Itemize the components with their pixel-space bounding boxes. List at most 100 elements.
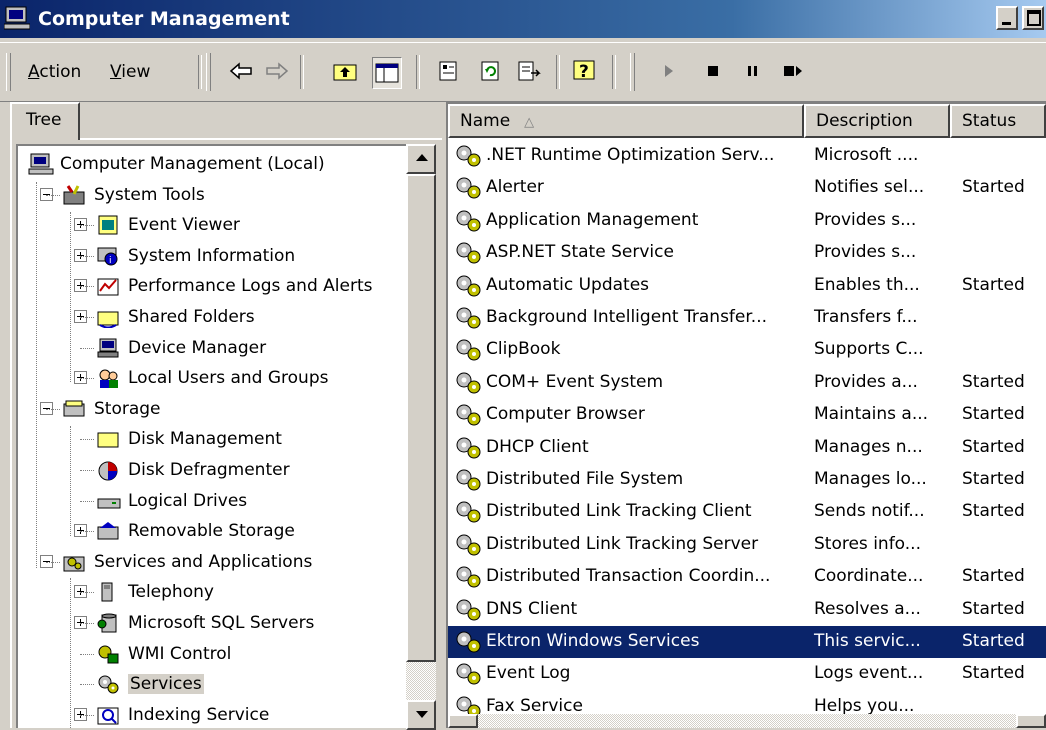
service-gear-icon — [456, 663, 481, 685]
scroll-right-button[interactable] — [1016, 714, 1046, 728]
start-service-icon[interactable] — [654, 55, 684, 87]
tree-item-performance-logs-and-alerts[interactable]: Performance Logs and Alerts — [96, 272, 372, 300]
tree-item-device-manager[interactable]: Device Manager — [96, 334, 266, 362]
storage-icon — [63, 400, 85, 417]
tree-item-shared-folders[interactable]: Shared Folders — [96, 303, 255, 331]
minimize-button[interactable] — [996, 6, 1018, 30]
tree-item-event-viewer[interactable]: Event Viewer — [96, 211, 240, 239]
telephony-icon — [101, 582, 113, 602]
service-status: Started — [962, 566, 1025, 587]
scroll-up-button[interactable] — [406, 144, 436, 174]
service-row[interactable]: ASP.NET State Service Provides s... — [448, 237, 1046, 269]
service-gear-icon — [456, 145, 481, 167]
tree-item-disk-management[interactable]: Disk Management — [96, 425, 282, 453]
service-gear-icon — [456, 307, 481, 329]
tree-item-telephony[interactable]: Telephony — [96, 578, 214, 606]
service-row[interactable]: Application Management Provides s... — [448, 205, 1046, 237]
column-header-description[interactable]: Description — [804, 104, 950, 138]
service-row[interactable]: DHCP Client Manages n... Started — [448, 432, 1046, 464]
tree-item-storage[interactable]: Storage — [62, 395, 161, 423]
service-row[interactable]: Distributed Link Tracking Server Stores i… — [448, 529, 1046, 561]
service-row[interactable]: Distributed Link Tracking Client Sends no… — [448, 496, 1046, 528]
service-description: Enables th... — [814, 274, 920, 295]
list-horizontal-scrollbar[interactable] — [448, 714, 1046, 728]
service-status: Started — [962, 404, 1025, 425]
menu-view[interactable]: View — [110, 62, 150, 82]
service-row[interactable]: Ektron Windows Services This servic... Sta… — [448, 626, 1046, 658]
scroll-thumb[interactable] — [406, 174, 436, 662]
forward-arrow-icon[interactable] — [262, 55, 292, 87]
service-row[interactable]: Background Intelligent Transfer... Transf… — [448, 302, 1046, 334]
service-gear-icon — [456, 501, 481, 523]
service-name: DNS Client — [486, 598, 578, 619]
help-icon[interactable]: ? — [570, 55, 600, 87]
toolbar-grip-3[interactable] — [630, 53, 635, 91]
console-tree[interactable]: Computer Management (Local) System Tools E… — [16, 144, 406, 728]
tree-item-computer-management-local[interactable]: Computer Management (Local) — [28, 150, 325, 178]
tree-item-removable-storage[interactable]: Removable Storage — [96, 517, 295, 545]
scroll-down-button[interactable] — [406, 700, 436, 730]
tree-item-microsoft-sql-servers[interactable]: Microsoft SQL Servers — [96, 609, 314, 637]
column-header-status[interactable]: Status — [950, 104, 1046, 138]
properties-icon[interactable] — [434, 55, 464, 87]
service-gear-icon — [456, 469, 481, 491]
tree-item-system-information[interactable]: i System Information — [96, 242, 295, 270]
service-row[interactable]: Automatic Updates Enables th... Started — [448, 270, 1046, 302]
service-description: Stores info... — [814, 533, 921, 554]
column-header-name[interactable]: Name △ — [448, 104, 804, 138]
defragmenter-icon — [98, 461, 118, 481]
tree-vertical-scrollbar[interactable] — [406, 144, 436, 730]
stop-service-icon[interactable] — [698, 55, 728, 87]
tree-item-services-and-applications[interactable]: Services and Applications — [62, 548, 312, 576]
sort-ascending-icon: △ — [524, 115, 535, 130]
service-name: ASP.NET State Service — [486, 242, 674, 263]
service-description: Microsoft .... — [814, 145, 919, 165]
title-bar[interactable]: Computer Management — [0, 0, 1046, 38]
service-row[interactable]: Computer Browser Maintains a... Started — [448, 399, 1046, 431]
service-gear-icon — [456, 631, 481, 653]
service-row[interactable]: COM+ Event System Provides a... Started — [448, 367, 1046, 399]
toolbar-grip[interactable] — [6, 53, 11, 91]
menu-action[interactable]: Action — [28, 62, 81, 82]
service-description: Manages lo... — [814, 469, 927, 489]
service-name: Computer Browser — [486, 404, 645, 425]
service-row[interactable]: Event Log Logs event... Started — [448, 658, 1046, 690]
service-description: Maintains a... — [814, 404, 929, 425]
service-status: Started — [962, 663, 1025, 684]
computer-management-icon — [4, 6, 30, 30]
service-name: ClipBook — [486, 339, 561, 360]
service-name: Distributed Transaction Coordin... — [486, 566, 771, 587]
service-row[interactable]: Distributed Transaction Coordin... Coordi… — [448, 561, 1046, 593]
tree-item-indexing-service[interactable]: Indexing Service — [96, 701, 269, 728]
tree-tab[interactable]: Tree — [10, 102, 80, 140]
toolbar-grip-2[interactable] — [206, 53, 211, 91]
service-name: DHCP Client — [486, 436, 589, 457]
maximize-button[interactable] — [1022, 6, 1044, 30]
tree-item-logical-drives[interactable]: Logical Drives — [96, 487, 247, 515]
scroll-left-button[interactable] — [448, 714, 478, 728]
tree-item-system-tools[interactable]: System Tools — [62, 181, 205, 209]
service-name: Ektron Windows Services — [486, 631, 700, 651]
tree-item-services[interactable]: Services — [96, 670, 204, 698]
service-name: COM+ Event System — [486, 371, 664, 392]
pause-service-icon[interactable] — [738, 55, 768, 87]
tree-item-local-users-and-groups[interactable]: Local Users and Groups — [96, 364, 328, 392]
service-row[interactable]: ClipBook Supports C... — [448, 334, 1046, 366]
back-arrow-icon[interactable] — [226, 55, 256, 87]
service-row[interactable]: DNS Client Resolves a... Started — [448, 594, 1046, 626]
refresh-icon[interactable] — [476, 55, 506, 87]
services-icon — [98, 675, 119, 694]
tree-item-disk-defragmenter[interactable]: Disk Defragmenter — [96, 456, 290, 484]
restart-service-icon[interactable] — [778, 55, 808, 87]
service-row[interactable]: .NET Runtime Optimization Serv... Microso… — [448, 140, 1046, 172]
service-row[interactable]: Alerter Notifies sel... Started — [448, 172, 1046, 204]
up-folder-icon[interactable] — [330, 55, 360, 87]
tree-item-wmi-control[interactable]: WMI Control — [96, 640, 231, 668]
service-row[interactable]: Distributed File System Manages lo... Star… — [448, 464, 1046, 496]
service-gear-icon — [456, 242, 481, 264]
service-status: Started — [962, 501, 1025, 522]
users-groups-icon — [99, 369, 118, 389]
export-list-icon[interactable] — [514, 55, 544, 87]
show-hide-tree-icon[interactable] — [372, 57, 402, 89]
event-viewer-icon — [98, 215, 118, 235]
